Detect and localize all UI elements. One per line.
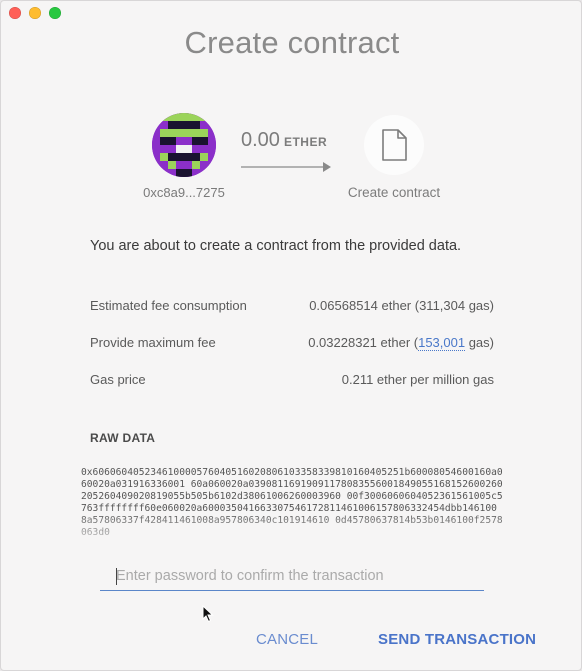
gas-price-value: 0.211 ether per million gas xyxy=(341,372,494,387)
gas-limit-link[interactable]: 153,001 xyxy=(418,335,466,351)
minimize-window-button[interactable] xyxy=(29,7,41,19)
estimated-fee-label: Estimated fee consumption xyxy=(90,298,247,313)
maximum-fee-suffix: gas) xyxy=(465,335,494,350)
text-caret xyxy=(116,568,117,585)
maximum-fee-ether: 0.03228321 ether ( xyxy=(308,335,419,350)
amount-unit: ETHER xyxy=(283,135,328,149)
zoom-window-button[interactable] xyxy=(49,7,61,19)
transfer-amount: 0.00 ETHER xyxy=(241,129,327,152)
from-address: 0xc8a9...7275 xyxy=(143,185,225,200)
gas-price-label: Gas price xyxy=(90,372,146,387)
to-label: Create contract xyxy=(347,185,441,200)
window-controls xyxy=(9,7,61,19)
to-contract: Create contract xyxy=(341,115,447,200)
maximum-fee-value: 0.03228321 ether (153,001 gas) xyxy=(308,335,494,351)
password-input[interactable] xyxy=(100,564,484,590)
identicon-avatar xyxy=(152,113,216,177)
close-window-button[interactable] xyxy=(9,7,21,19)
document-icon xyxy=(364,115,424,175)
maximum-fee-row: Provide maximum fee 0.03228321 ether (15… xyxy=(90,335,494,351)
estimated-fee-value: 0.06568514 ether (311,304 gas) xyxy=(309,298,494,313)
raw-data-field[interactable]: 0x60606040523461000057604051602080610335… xyxy=(81,467,503,547)
cancel-button[interactable]: CANCEL xyxy=(256,631,318,648)
page-title: Create contract xyxy=(184,25,400,60)
amount-value: 0.00 xyxy=(241,129,280,151)
send-transaction-button[interactable]: SEND TRANSACTION xyxy=(378,631,536,648)
estimated-fee-row: Estimated fee consumption 0.06568514 eth… xyxy=(90,298,494,313)
gas-price-row: Gas price 0.211 ether per million gas xyxy=(90,372,494,387)
confirmation-message: You are about to create a contract from … xyxy=(90,238,462,254)
password-field xyxy=(100,564,484,591)
raw-data-label: RAW DATA xyxy=(90,431,156,445)
from-account: 0xc8a9...7275 xyxy=(141,113,227,200)
maximum-fee-label: Provide maximum fee xyxy=(90,335,216,350)
dialog-window: Create contract 0xc8a9...7275 0.00ETHER xyxy=(0,0,582,671)
arrow-right-icon xyxy=(241,162,331,172)
mouse-pointer-icon xyxy=(202,605,214,623)
